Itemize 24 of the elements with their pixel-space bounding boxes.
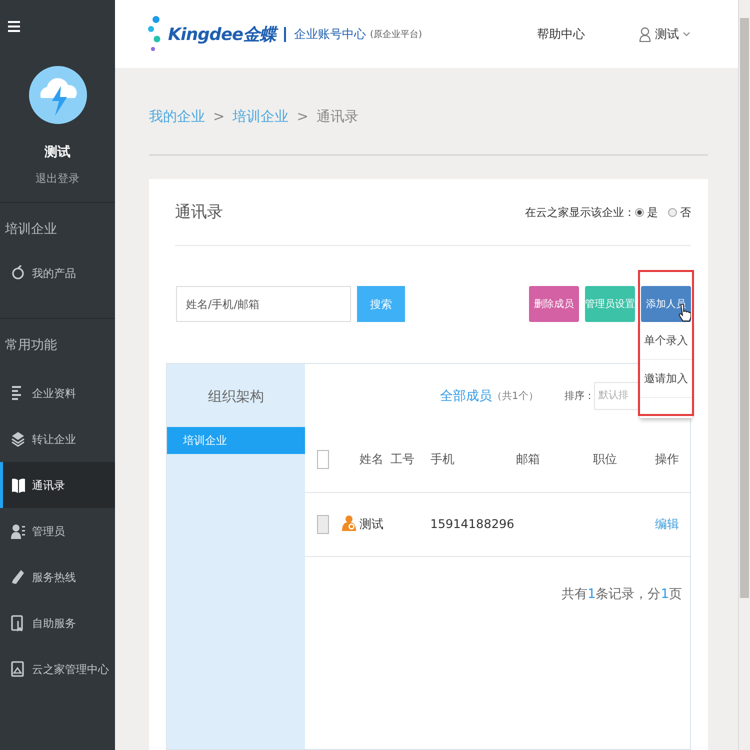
- breadcrumb-separator: >: [296, 109, 308, 125]
- panel-title: 组织架构: [207, 388, 265, 407]
- user-name: 测试: [44, 144, 70, 161]
- product-name: 企业账号中心: [294, 26, 366, 42]
- section-heading: 常用功能: [4, 337, 58, 355]
- column-header: 操作: [654, 428, 690, 492]
- visibility-label: 在云之家显示该企业：: [525, 204, 635, 220]
- column-header: 姓名: [358, 428, 390, 492]
- column-header: 工号: [390, 428, 430, 492]
- breadcrumb-separator: >: [213, 109, 225, 125]
- product-note: (原企业平台): [370, 28, 422, 40]
- section-heading: 培训企业: [4, 221, 58, 239]
- brand-name: Kingdee金蝶: [168, 24, 276, 46]
- member-count: （共1个）: [492, 390, 538, 403]
- table-cell: 测试: [360, 516, 384, 530]
- column-header: 职位: [592, 428, 654, 492]
- pagination-text: 共有1条记录，分1页: [561, 586, 682, 602]
- column-header: 手机: [429, 428, 516, 492]
- members-title: 全部成员: [440, 388, 492, 405]
- column-header: 邮箱: [515, 428, 592, 492]
- card-title: 通讯录: [175, 202, 224, 222]
- sort-label: 排序：: [564, 390, 594, 403]
- table-cell: 15914188296: [430, 517, 514, 531]
- breadcrumb-current: 通讯录: [316, 108, 358, 126]
